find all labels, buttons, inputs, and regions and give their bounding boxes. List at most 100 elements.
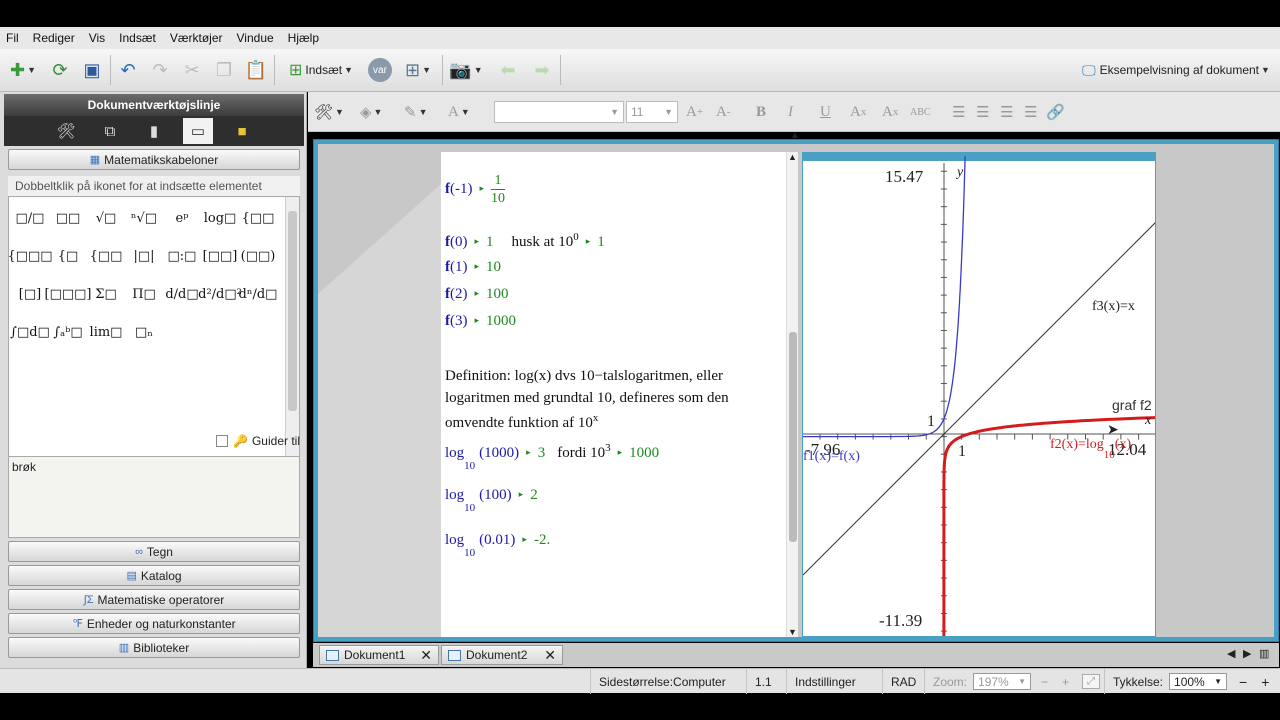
underline-button[interactable]: U — [820, 100, 838, 124]
accordion-katalog[interactable]: ▤ Katalog — [8, 565, 300, 586]
increase-font-icon[interactable]: A + — [686, 100, 710, 124]
scroll-down-icon[interactable]: ▼ — [788, 627, 797, 637]
template-definite-integral[interactable]: ∫ₐᵇ□ — [51, 317, 85, 347]
folder-tab-icon[interactable]: ■ — [227, 118, 257, 144]
menu-vis[interactable]: Vis — [89, 31, 105, 45]
thickness-select[interactable]: 100% ▼ — [1169, 673, 1228, 690]
layout-icon[interactable]: ⊞ ▼ — [398, 57, 438, 83]
scroll-up-icon[interactable]: ▲ — [788, 152, 797, 162]
template-dms[interactable]: □:□ — [165, 241, 199, 271]
tab-dokument2[interactable]: Dokument2 ✕ — [441, 645, 563, 665]
template-piecewise-n[interactable]: {□□□ — [7, 241, 52, 271]
template-matrix-mxn[interactable]: [□□□] — [45, 279, 92, 309]
open-icon[interactable]: ⟳ — [46, 57, 74, 83]
template-sum[interactable]: Σ□ — [89, 279, 123, 309]
tab-prev-icon[interactable]: ◀ — [1227, 647, 1235, 660]
zoom-select[interactable]: 197% ▼ — [973, 673, 1032, 690]
text-color-icon[interactable]: A ▼ — [448, 100, 484, 124]
template-system-2[interactable]: {□ — [51, 241, 85, 271]
accordion-libraries[interactable]: ▥ Biblioteker — [8, 637, 300, 658]
template-log[interactable]: log□ — [203, 203, 237, 233]
back-icon[interactable]: ⬅ — [494, 57, 522, 83]
tools-icon[interactable]: 🛠 ▼ — [314, 100, 350, 124]
align-right-icon[interactable]: ☰ — [1000, 100, 1016, 124]
accordion-tegn[interactable]: ∞ Tegn — [8, 541, 300, 562]
forward-icon[interactable]: ➡ — [528, 57, 556, 83]
fill-color-icon[interactable]: ◈ ▼ — [360, 100, 396, 124]
line-color-icon[interactable]: ✎ ▼ — [404, 100, 440, 124]
accordion-units[interactable]: ℉ Enheder og naturkonstanter — [8, 613, 300, 634]
template-exp[interactable]: eᵖ — [165, 203, 199, 233]
font-size-select[interactable]: 11 ▼ — [626, 100, 678, 124]
menu-vaerktojer[interactable]: Værktøjer — [170, 31, 223, 45]
template-vector-row[interactable]: (□□) — [241, 241, 276, 271]
zoom-out-icon[interactable]: − — [1041, 675, 1048, 689]
undo-icon[interactable]: ↶ — [114, 57, 142, 83]
italic-button[interactable]: I — [788, 100, 806, 124]
zoom-in-icon[interactable]: + — [1062, 675, 1069, 689]
angle-mode-status[interactable]: RAD — [882, 669, 922, 694]
strikethrough-button[interactable]: ABC — [910, 100, 940, 124]
fit-page-icon[interactable]: ⤢ — [1082, 674, 1100, 689]
template-matrix-2x2[interactable]: [□□] — [203, 241, 238, 271]
insert-button[interactable]: ⊞ Indsæt ▼ — [280, 57, 362, 83]
tab-next-icon[interactable]: ▶ — [1243, 647, 1251, 660]
justify-icon[interactable]: ☰ — [1024, 100, 1040, 124]
variables-tab-icon[interactable]: ⧉ — [95, 118, 125, 144]
new-document-button[interactable]: ✚ ▼ — [4, 57, 42, 83]
template-nth-derivative[interactable]: dⁿ/d□ — [239, 279, 278, 309]
device-tab-icon[interactable]: ▮ — [139, 118, 169, 144]
settings-button[interactable]: Indstillinger — [786, 669, 866, 694]
superscript-icon[interactable]: Ax — [882, 100, 906, 124]
save-icon[interactable]: ▣ — [78, 57, 106, 83]
template-second-derivative[interactable]: d²/d□² — [198, 279, 242, 309]
template-fraction[interactable]: □/□ — [13, 203, 47, 233]
template-product[interactable]: Π□ — [127, 279, 161, 309]
close-icon[interactable]: ✕ — [544, 647, 556, 664]
font-name-select[interactable]: ▼ — [494, 100, 624, 124]
bold-button[interactable]: B — [756, 100, 774, 124]
align-left-icon[interactable]: ☰ — [952, 100, 968, 124]
template-piecewise-2[interactable]: {□□ — [241, 203, 275, 233]
cut-icon[interactable]: ✂ — [178, 57, 206, 83]
menu-hjaelp[interactable]: Hjælp — [288, 31, 319, 45]
template-sqrt[interactable]: √□ — [89, 203, 123, 233]
tools-tab-icon[interactable]: 🛠 — [51, 118, 81, 144]
graph-page[interactable]: 15.47 y -11.39 -7.96 12.04 x 1 1 f3(x)=x… — [802, 152, 1156, 637]
screenshot-icon[interactable]: 📷 ▼ — [446, 57, 486, 83]
paste-icon[interactable]: 📋 — [242, 57, 270, 83]
menu-rediger[interactable]: Rediger — [33, 31, 75, 45]
tab-list-icon[interactable]: ▥ — [1259, 647, 1269, 660]
menu-fil[interactable]: Fil — [6, 31, 19, 45]
template-nth-root[interactable]: ⁿ√□ — [127, 203, 161, 233]
guide-toggle[interactable]: 🔑 Guider til — [8, 430, 300, 452]
var-button[interactable]: var — [366, 57, 394, 83]
align-center-icon[interactable]: ☰ — [976, 100, 992, 124]
template-system-n[interactable]: {□□ — [89, 241, 123, 271]
page-size-status[interactable]: Sidestørrelse:Computer — [590, 669, 740, 694]
template-integral[interactable]: ∫□d□ — [10, 317, 50, 347]
template-subscript[interactable]: □ₙ — [127, 317, 161, 347]
notes-page[interactable]: f(-1) ▸ 1 10 f(0) ▸ 1 husk at 100 ▸ 1 f(1) ▸ 10 f(… — [441, 152, 786, 637]
template-abs[interactable]: |□| — [127, 241, 161, 271]
menu-vindue[interactable]: Vindue — [237, 31, 274, 45]
preview-button[interactable]: 🖵 Eksempelvisning af dokument ▼ — [1074, 57, 1278, 83]
template-limit[interactable]: lim□ — [89, 317, 123, 347]
notes-scrollbar[interactable]: ▲ ▼ — [786, 152, 798, 637]
guide-checkbox[interactable] — [216, 435, 229, 447]
math-templates-header[interactable]: ▦ Matematikskabeloner — [8, 149, 300, 170]
copy-icon[interactable]: ❐ — [210, 57, 238, 83]
template-vector-col[interactable]: [□] — [13, 279, 47, 309]
thickness-increase-icon[interactable]: + — [1261, 674, 1269, 690]
decrease-font-icon[interactable]: A- — [716, 100, 740, 124]
accordion-operators[interactable]: ∫Σ Matematiske operatorer — [8, 589, 300, 610]
redo-icon[interactable]: ↷ — [146, 57, 174, 83]
subscript-icon[interactable]: Ax — [850, 100, 874, 124]
close-icon[interactable]: ✕ — [420, 647, 432, 664]
template-derivative[interactable]: d/d□ — [165, 279, 199, 309]
link-icon[interactable]: 🔗 — [1046, 100, 1065, 124]
templates-tab-icon[interactable]: ▭ — [183, 118, 213, 144]
menu-indsaet[interactable]: Indsæt — [119, 31, 156, 45]
tab-dokument1[interactable]: Dokument1 ✕ — [319, 645, 439, 665]
template-power[interactable]: □□ — [51, 203, 85, 233]
